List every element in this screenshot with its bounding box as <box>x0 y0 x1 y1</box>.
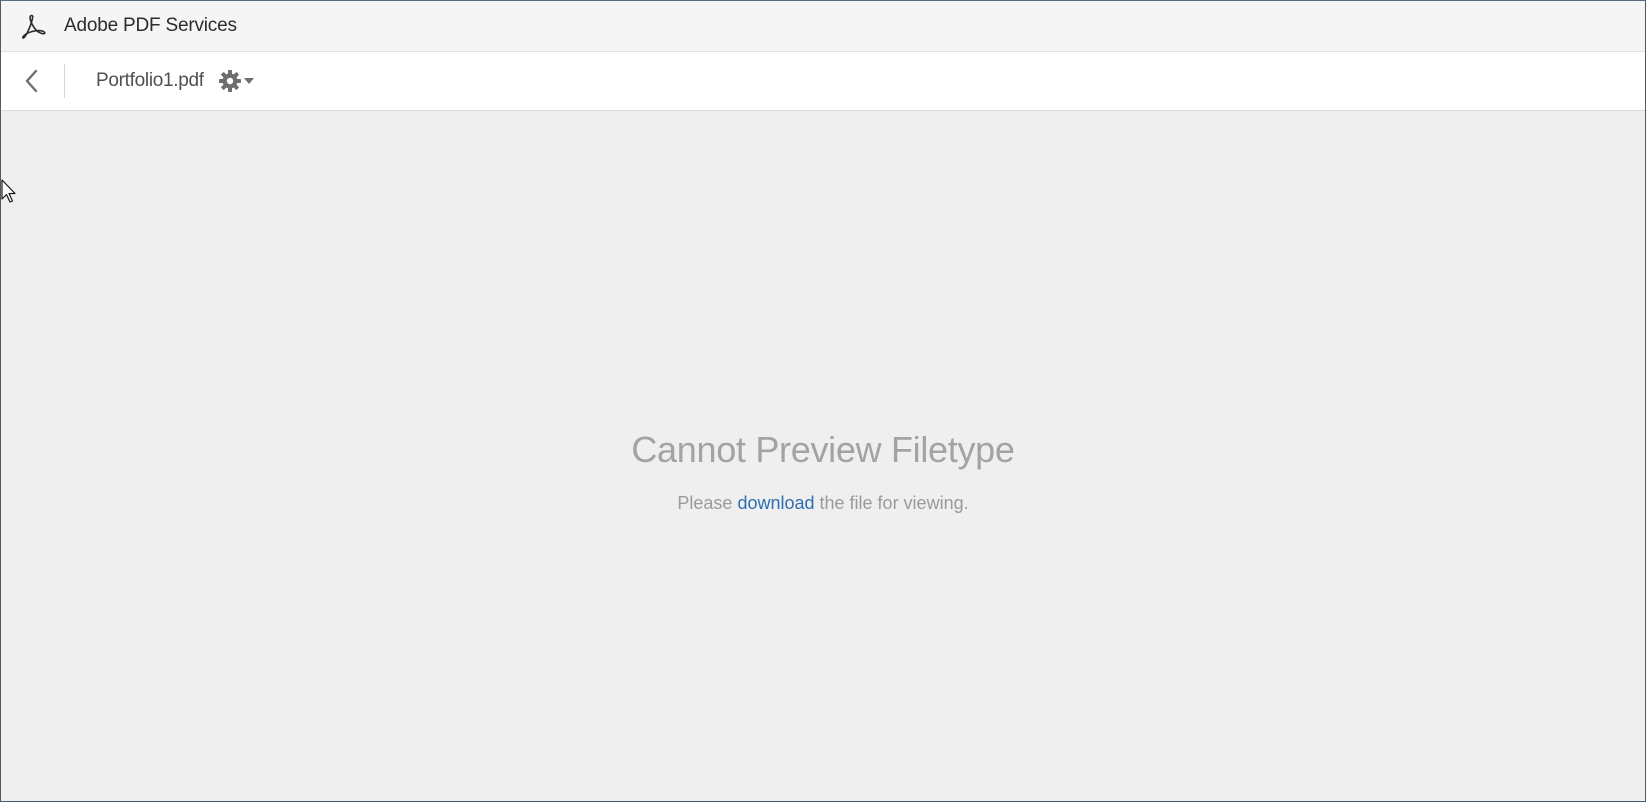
download-link[interactable]: download <box>737 493 814 513</box>
preview-message: Cannot Preview Filetype Please download … <box>1 429 1645 514</box>
chevron-left-icon <box>25 69 38 93</box>
preview-error-text: Please download the file for viewing. <box>1 493 1645 514</box>
gear-icon <box>218 70 241 92</box>
file-name: Portfolio1.pdf <box>96 70 204 91</box>
preview-error-title: Cannot Preview Filetype <box>631 429 1015 470</box>
body-suffix: the file for viewing. <box>814 493 969 513</box>
document-toolbar: Portfolio1.pdf <box>1 52 1645 111</box>
acrobat-logo-icon <box>18 11 48 41</box>
caret-down-icon <box>243 78 254 84</box>
body-prefix: Please <box>677 493 738 513</box>
app-title: Adobe PDF Services <box>64 15 237 36</box>
preview-area: Cannot Preview Filetype Please download … <box>1 111 1645 801</box>
settings-menu-button[interactable] <box>218 66 255 96</box>
toolbar-divider <box>64 64 65 98</box>
mouse-cursor-icon <box>1 179 16 203</box>
browser-window: Adobe PDF Services Portfolio1.pdf Cannot… <box>0 0 1646 802</box>
back-button[interactable] <box>13 62 51 100</box>
app-header: Adobe PDF Services <box>1 1 1645 52</box>
